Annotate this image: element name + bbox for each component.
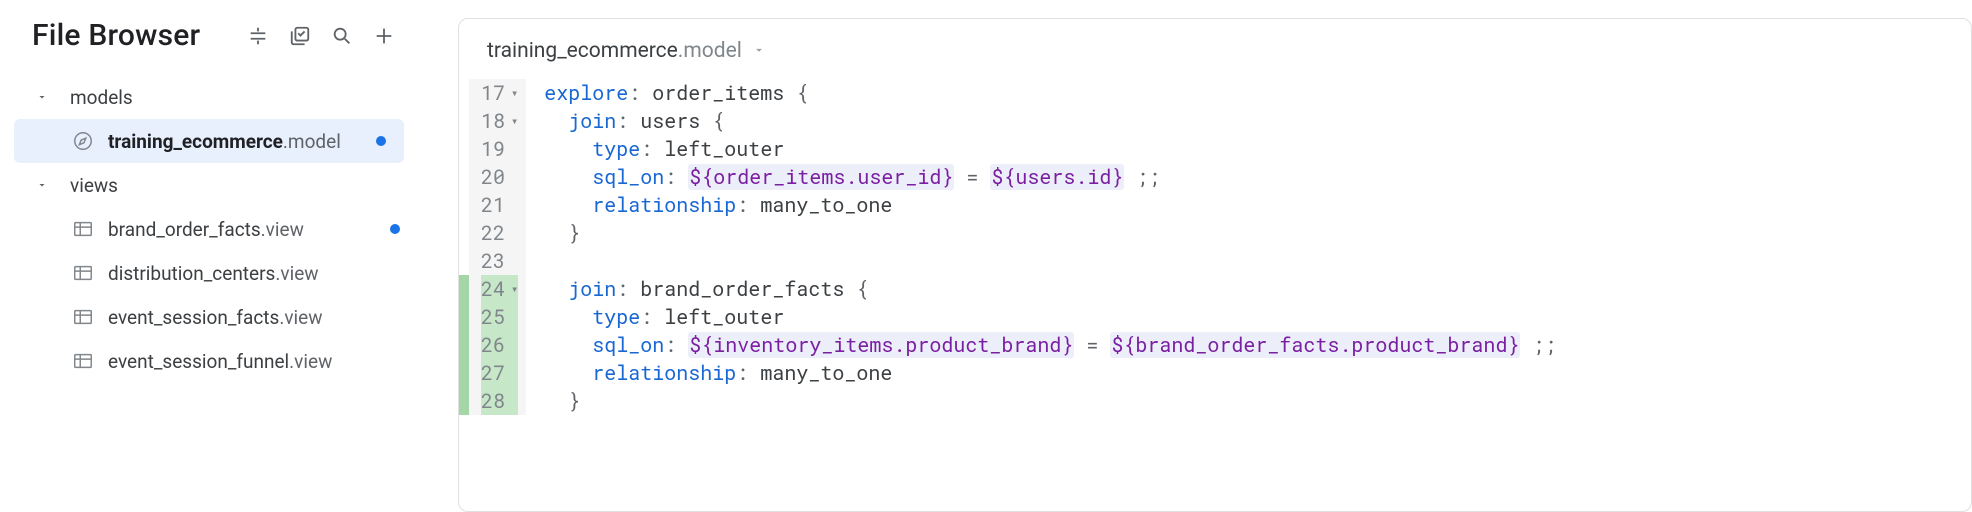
code-area[interactable]: 17▾18▾19 20 21 22 23 24▾25 26 27 28 expl… bbox=[459, 79, 1971, 415]
tab-menu-caret-icon[interactable] bbox=[752, 39, 766, 63]
folder-row-views[interactable]: views bbox=[0, 163, 418, 207]
gutter-line[interactable]: 27 bbox=[481, 359, 518, 387]
file-name: training_ecommerce.model bbox=[108, 130, 341, 153]
code-line[interactable]: join: users { bbox=[544, 107, 1556, 135]
folder-row-models[interactable]: models bbox=[0, 75, 418, 119]
sidebar-actions bbox=[246, 24, 396, 48]
file-tree: models training_ecommerce.modelviews brand… bbox=[0, 75, 418, 383]
diff-marker bbox=[459, 79, 469, 107]
folder-label: models bbox=[70, 86, 133, 109]
gutter-line[interactable]: 28 bbox=[481, 387, 518, 415]
file-row[interactable]: training_ecommerce.model bbox=[14, 119, 404, 163]
code-line[interactable]: explore: order_items { bbox=[544, 79, 1556, 107]
tab-file-base: training_ecommerce bbox=[487, 39, 678, 63]
file-row[interactable]: event_session_funnel.view bbox=[0, 339, 418, 383]
code-line[interactable]: type: left_outer bbox=[544, 135, 1556, 163]
diff-column bbox=[459, 79, 469, 415]
code-line[interactable]: type: left_outer bbox=[544, 303, 1556, 331]
file-row[interactable]: distribution_centers.view bbox=[0, 251, 418, 295]
gutter-line[interactable]: 20 bbox=[481, 163, 518, 191]
diff-marker bbox=[459, 275, 469, 303]
editor-tab[interactable]: training_ecommerce.model bbox=[459, 19, 1971, 79]
gutter-line[interactable]: 21 bbox=[481, 191, 518, 219]
fold-caret-icon[interactable]: ▾ bbox=[511, 275, 518, 303]
sidebar-header: File Browser bbox=[0, 18, 418, 75]
code-line[interactable]: relationship: many_to_one bbox=[544, 191, 1556, 219]
collapse-icon[interactable] bbox=[246, 24, 270, 48]
code-line[interactable]: sql_on: ${order_items.user_id} = ${users… bbox=[544, 163, 1556, 191]
fold-caret-icon[interactable]: ▾ bbox=[511, 79, 518, 107]
code-line[interactable]: } bbox=[544, 219, 1556, 247]
gutter-line[interactable]: 22 bbox=[481, 219, 518, 247]
editor-pane: training_ecommerce.model 17▾18▾19 20 21 … bbox=[418, 0, 1972, 512]
code-line[interactable]: sql_on: ${inventory_items.product_brand}… bbox=[544, 331, 1556, 359]
gutter-line[interactable]: 25 bbox=[481, 303, 518, 331]
add-icon[interactable] bbox=[372, 24, 396, 48]
gutter-line[interactable]: 18▾ bbox=[481, 107, 518, 135]
file-name: distribution_centers.view bbox=[108, 262, 319, 285]
tab-file-ext: .model bbox=[678, 39, 742, 63]
line-gutter: 17▾18▾19 20 21 22 23 24▾25 26 27 28 bbox=[469, 79, 526, 415]
diff-marker bbox=[459, 247, 469, 275]
gutter-line[interactable]: 23 bbox=[481, 247, 518, 275]
diff-marker bbox=[459, 219, 469, 247]
gutter-line[interactable]: 26 bbox=[481, 331, 518, 359]
gutter-line[interactable]: 17▾ bbox=[481, 79, 518, 107]
bulk-check-icon[interactable] bbox=[288, 24, 312, 48]
editor-card: training_ecommerce.model 17▾18▾19 20 21 … bbox=[458, 18, 1972, 512]
code-line[interactable]: } bbox=[544, 387, 1556, 415]
fold-caret-icon[interactable]: ▾ bbox=[511, 107, 518, 135]
code-body[interactable]: explore: order_items { join: users { typ… bbox=[526, 79, 1556, 415]
diff-marker bbox=[459, 303, 469, 331]
sidebar-title: File Browser bbox=[32, 18, 200, 53]
gutter-line[interactable]: 19 bbox=[481, 135, 518, 163]
folder-label: views bbox=[70, 174, 118, 197]
diff-marker bbox=[459, 163, 469, 191]
file-browser-sidebar: File Browser models training_ecommerce.mo… bbox=[0, 0, 418, 512]
diff-marker bbox=[459, 107, 469, 135]
file-name: event_session_funnel.view bbox=[108, 350, 332, 373]
file-name: brand_order_facts.view bbox=[108, 218, 304, 241]
modified-dot-icon bbox=[376, 136, 386, 146]
search-icon[interactable] bbox=[330, 24, 354, 48]
file-row[interactable]: event_session_facts.view bbox=[0, 295, 418, 339]
file-row[interactable]: brand_order_facts.view bbox=[0, 207, 418, 251]
code-line[interactable]: join: brand_order_facts { bbox=[544, 275, 1556, 303]
diff-marker bbox=[459, 331, 469, 359]
diff-marker bbox=[459, 359, 469, 387]
code-line[interactable] bbox=[544, 247, 1556, 275]
gutter-line[interactable]: 24▾ bbox=[481, 275, 518, 303]
code-line[interactable]: relationship: many_to_one bbox=[544, 359, 1556, 387]
file-name: event_session_facts.view bbox=[108, 306, 323, 329]
diff-marker bbox=[459, 387, 469, 415]
modified-dot-icon bbox=[390, 224, 400, 234]
diff-marker bbox=[459, 135, 469, 163]
diff-marker bbox=[459, 191, 469, 219]
